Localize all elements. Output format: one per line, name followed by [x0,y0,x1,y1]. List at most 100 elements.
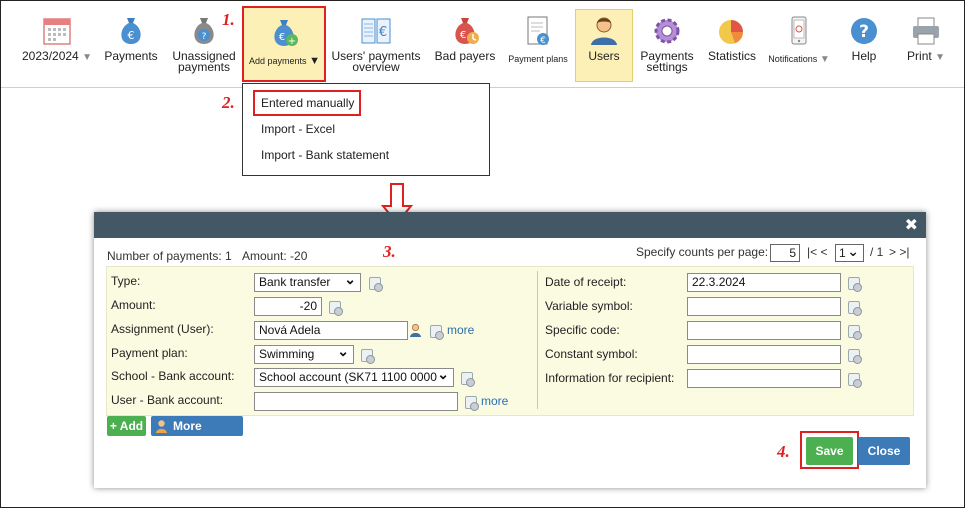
amount-input[interactable]: -20 [254,297,322,316]
toolbar-item-users[interactable]: Users [575,9,633,82]
overview-label-line2: overview [352,60,400,74]
pie-chart-icon [719,20,743,44]
specific-code-label: Specific code: [545,323,620,337]
add-payment-dialog: ✖ Number of payments: 1 Amount: -20 Spec… [94,212,926,488]
gear-icon [654,18,680,44]
school-year-label: 2023/2024 [22,49,79,63]
copy-icon[interactable] [848,301,862,316]
user-icon [591,17,617,45]
user-icon[interactable] [409,323,422,337]
dropdown-arrow-icon: ▼ [309,55,320,67]
users-label: Users [588,49,620,63]
step-marker-4: 4. [777,442,790,461]
toolbar-item-school-year[interactable]: 2023/2024 ▼ [18,6,96,82]
statistics-label: Statistics [707,49,756,63]
toolbar-item-payments[interactable]: € Payments [100,6,162,82]
type-select[interactable]: Bank transfer [254,273,361,292]
copy-icon[interactable] [848,349,862,364]
school-bank-account-select[interactable]: School account (SK71 1100 0000 [254,368,454,387]
close-button[interactable]: Close [858,437,910,465]
toolbar-item-help[interactable]: ? Help [838,6,890,82]
toolbar-item-add-payments[interactable]: € + Add payments ▼ [242,6,326,82]
money-bag-add-icon: € + [274,20,298,47]
copy-icon[interactable] [848,373,862,388]
phone-icon [791,16,807,45]
pager-total: / 1 [870,245,884,259]
add-payments-dropdown: Entered manually Import - Excel Import -… [242,83,490,176]
toolbar-item-print[interactable]: Print ▼ [896,6,956,82]
payments-label: Payments [104,49,158,63]
more-payers-button[interactable]: More payers [151,416,243,453]
copy-icon[interactable] [848,325,862,340]
toolbar-item-payments-settings[interactable]: Payments settings [636,6,698,82]
dropdown-arrow-icon: ▼ [82,52,92,63]
payment-amount-total: Amount: -20 [242,249,308,263]
user-bank-account-label: User - Bank account: [111,393,224,407]
date-of-receipt-label: Date of receipt: [545,275,627,289]
calendar-icon [43,18,71,45]
printer-icon [913,17,939,45]
unassigned-label-line2: payments [177,60,231,74]
money-bag-question-icon: ? [194,18,214,44]
copy-icon[interactable] [465,396,479,411]
dialog-header: ✖ [94,212,926,238]
copy-icon[interactable] [430,325,444,340]
step-marker-3: 3. [383,242,396,261]
assignment-user-input[interactable]: Nová Adela [254,321,408,340]
page-select[interactable]: 1 [835,243,864,262]
user-bank-account-input[interactable] [254,392,458,411]
pager-next[interactable]: > >| [889,245,909,259]
copy-icon[interactable] [848,277,862,292]
main-toolbar: 2023/2024 ▼ € Payments ? Unassigned paym… [0,0,965,88]
menu-item-import-bank-statement[interactable]: Import - Bank statement [261,148,389,162]
specific-code-input[interactable] [687,321,841,340]
toolbar-item-notifications[interactable]: Notifications ▼ [766,6,832,82]
info-for-recipient-input[interactable] [687,369,841,388]
variable-symbol-input[interactable] [687,297,841,316]
ledger-euro-icon: € [361,18,391,44]
document-euro-icon: € [527,16,549,46]
type-label: Type: [111,274,141,288]
toolbar-item-payment-plans[interactable]: € Payment plans [504,6,572,82]
pager-prev[interactable]: |< < [807,245,827,259]
copy-icon[interactable] [361,349,375,364]
constant-symbol-input[interactable] [687,345,841,364]
copy-icon[interactable] [461,372,475,387]
payment-count: Number of payments: 1 [107,249,232,263]
toolbar-item-users-payments-overview[interactable]: € Users' payments overview [330,6,422,82]
svg-text:?: ? [859,22,869,42]
copy-icon[interactable] [369,277,383,292]
step-marker-2: 2. [222,93,235,112]
user-bank-more-link[interactable]: more [481,394,508,408]
copy-icon[interactable] [329,301,343,316]
payment-plan-select[interactable]: Swimming [254,345,354,364]
payment-form: Type: Bank transfer Amount: -20 Assignme… [106,266,914,416]
date-of-receipt-input[interactable]: 22.3.2024 [687,273,841,292]
menu-item-import-excel[interactable]: Import - Excel [261,122,335,136]
add-row-button[interactable]: + Add [107,416,146,436]
svg-text:€: € [128,29,135,42]
save-button[interactable]: Save [806,437,853,465]
per-page-input[interactable]: 5 [770,244,800,262]
toolbar-item-statistics[interactable]: Statistics [704,6,760,82]
money-bag-euro-icon: € [121,18,141,44]
svg-text:€: € [540,36,546,46]
dropdown-arrow-icon: ▼ [935,52,945,63]
menu-item-entered-manually[interactable]: Entered manually [261,96,354,110]
help-label: Help [851,49,877,63]
svg-text:€: € [460,30,466,41]
add-payments-label: Add payments [249,56,307,66]
variable-symbol-label: Variable symbol: [545,299,633,313]
payment-plans-label: Payment plans [508,54,568,64]
dropdown-arrow-icon: ▼ [819,54,830,65]
close-icon[interactable]: ✖ [905,215,918,235]
payment-plan-label: Payment plan: [111,346,188,360]
info-for-recipient-label: Information for recipient: [545,371,675,385]
constant-symbol-label: Constant symbol: [545,347,638,361]
toolbar-item-bad-payers[interactable]: € Bad payers [430,6,500,82]
column-divider [537,271,538,409]
bad-payers-label: Bad payers [434,49,496,63]
assignment-user-label: Assignment (User): [111,322,214,336]
assignment-more-link[interactable]: more [447,323,474,337]
money-bag-warning-icon: € [455,18,479,44]
